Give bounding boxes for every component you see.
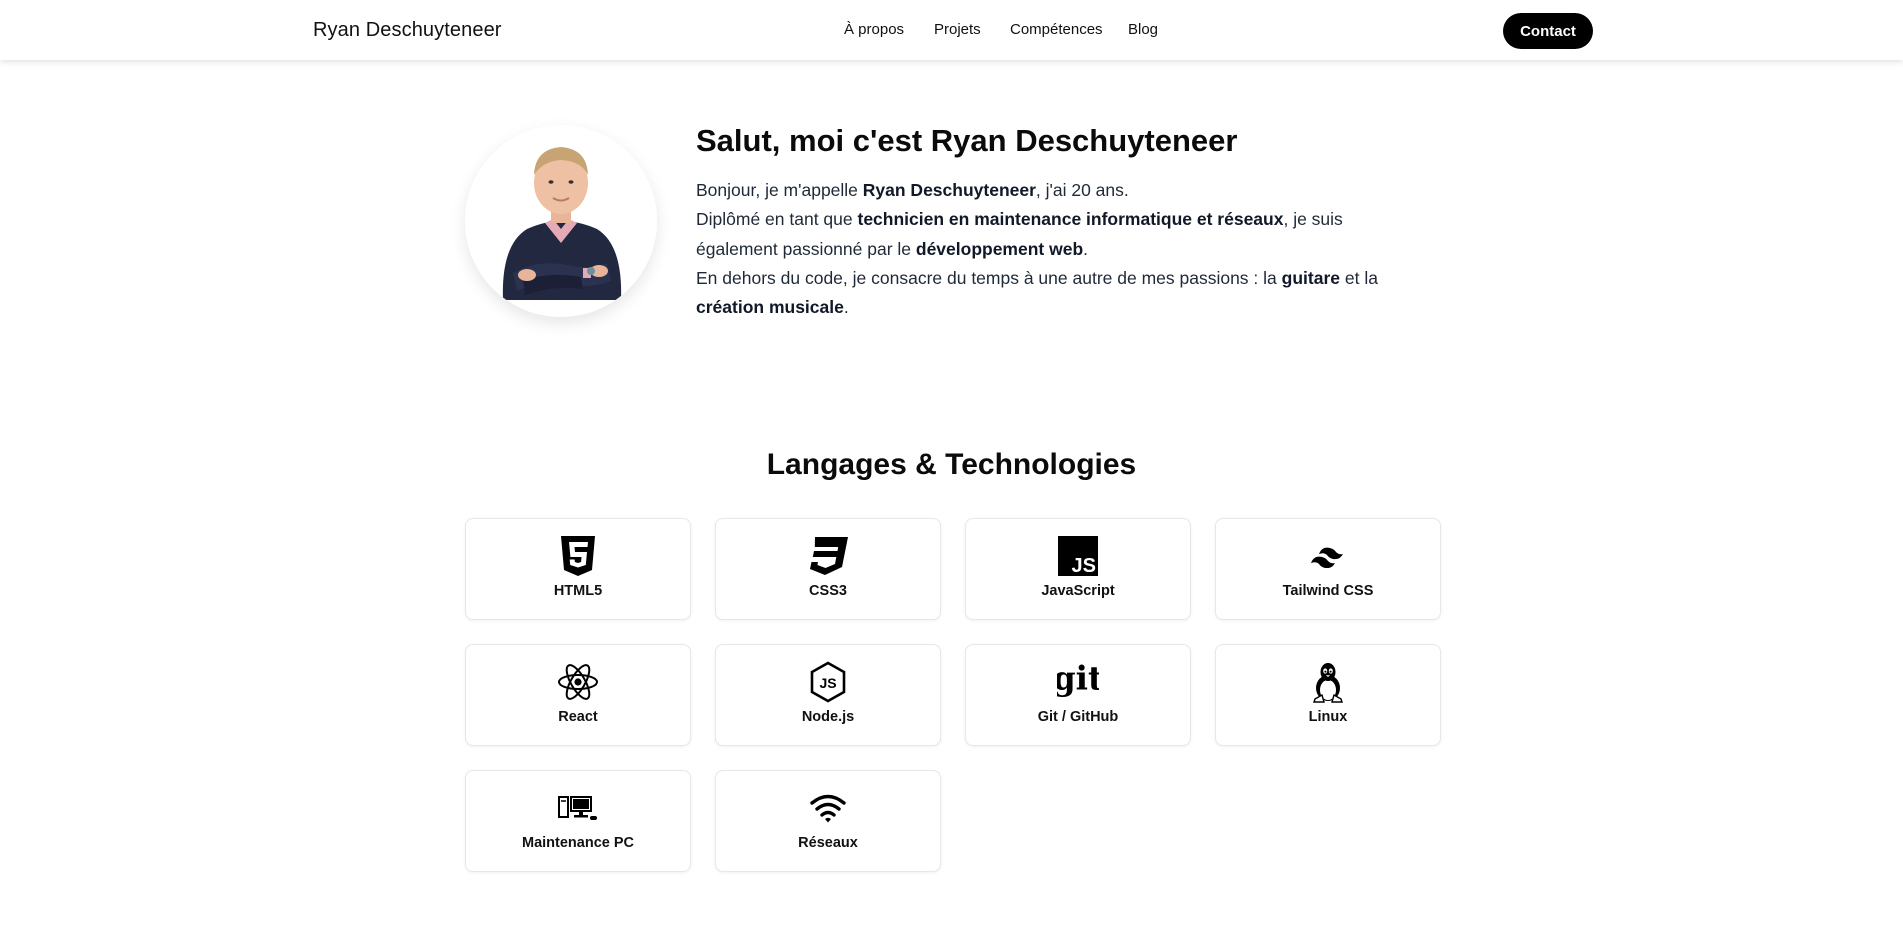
text-segment: Diplômé en tant que bbox=[696, 209, 858, 230]
skill-card-react: React bbox=[465, 644, 691, 746]
text-segment: . bbox=[843, 297, 849, 318]
svg-text:JS: JS bbox=[1072, 555, 1096, 576]
skill-label: JavaScript bbox=[1041, 583, 1115, 599]
text-segment: En dehors du code, je consacre du temps … bbox=[696, 267, 1282, 288]
skill-label: Node.js bbox=[801, 709, 855, 725]
javascript-icon: JS bbox=[1057, 535, 1099, 577]
linux-icon bbox=[1307, 661, 1349, 703]
bold-music: création musicale bbox=[696, 297, 844, 318]
text-segment: , j'ai 20 ans. bbox=[1035, 180, 1129, 200]
bold-diploma: technicien en maintenance informatique e… bbox=[857, 209, 1284, 230]
svg-text:git: git bbox=[1057, 662, 1099, 698]
hero-intro-text: Bonjour, je m'appelle Ryan Deschuyteneer… bbox=[696, 176, 1396, 322]
css3-icon bbox=[807, 535, 849, 577]
text-segment: et la bbox=[1340, 267, 1378, 288]
computer-icon bbox=[557, 787, 599, 829]
skill-card-html5: HTML5 bbox=[465, 518, 691, 620]
skill-label: CSS3 bbox=[809, 583, 847, 599]
svg-text:JS: JS bbox=[819, 675, 836, 691]
skill-card-reseaux: Réseaux bbox=[715, 770, 941, 872]
bold-name: Ryan Deschuyteneer bbox=[862, 180, 1036, 200]
text-segment: . bbox=[1083, 238, 1089, 259]
skill-card-javascript: JS JavaScript bbox=[965, 518, 1191, 620]
skill-card-nodejs: JS Node.js bbox=[715, 644, 941, 746]
skill-label: Git / GitHub bbox=[1037, 709, 1119, 725]
contact-button[interactable]: Contact bbox=[1503, 13, 1593, 49]
skills-grid: HTML5 CSS3 JS JavaScript Tailwind CSS Re… bbox=[465, 518, 1441, 872]
skills-section-title: Langages & Technologies bbox=[766, 448, 1137, 481]
hero-title: Salut, moi c'est Ryan Deschuyteneer bbox=[696, 123, 1238, 158]
avatar-portrait-image bbox=[465, 125, 657, 317]
skill-card-css3: CSS3 bbox=[715, 518, 941, 620]
skill-label: Réseaux bbox=[798, 835, 858, 851]
bold-webdev: développement web bbox=[915, 238, 1084, 259]
skill-card-linux: Linux bbox=[1215, 644, 1441, 746]
skill-card-maintenance-pc: Maintenance PC bbox=[465, 770, 691, 872]
tailwind-icon bbox=[1307, 535, 1349, 577]
skill-label: Linux bbox=[1308, 709, 1348, 725]
wifi-icon bbox=[807, 787, 849, 829]
html5-icon bbox=[557, 535, 599, 577]
git-icon: git bbox=[1057, 661, 1099, 703]
skill-label: Tailwind CSS bbox=[1282, 583, 1374, 599]
intro-line-3: En dehors du code, je consacre du temps … bbox=[696, 268, 1378, 317]
nav-link-skills[interactable]: Compétences bbox=[1010, 21, 1103, 38]
text-segment: Bonjour, je m'appelle bbox=[696, 180, 863, 200]
nav-link-projects[interactable]: Projets bbox=[934, 21, 981, 38]
main-nav: À propos Projets Compétences Blog bbox=[0, 21, 1903, 41]
intro-line-2: Diplômé en tant que technicien en mainte… bbox=[696, 209, 1343, 258]
skill-label: HTML5 bbox=[553, 583, 603, 599]
skill-label: Maintenance PC bbox=[522, 835, 634, 851]
skill-label: React bbox=[558, 709, 598, 725]
react-icon bbox=[557, 661, 599, 703]
bold-guitar: guitare bbox=[1281, 267, 1340, 288]
nodejs-icon: JS bbox=[807, 661, 849, 703]
nav-link-blog[interactable]: Blog bbox=[1128, 21, 1158, 38]
intro-line-1: Bonjour, je m'appelle Ryan Deschuyteneer… bbox=[696, 180, 1129, 200]
skill-card-tailwind: Tailwind CSS bbox=[1215, 518, 1441, 620]
skill-card-git: git Git / GitHub bbox=[965, 644, 1191, 746]
navbar: Ryan Deschuyteneer À propos Projets Comp… bbox=[0, 0, 1903, 60]
avatar bbox=[465, 125, 657, 317]
nav-link-about[interactable]: À propos bbox=[844, 21, 904, 38]
